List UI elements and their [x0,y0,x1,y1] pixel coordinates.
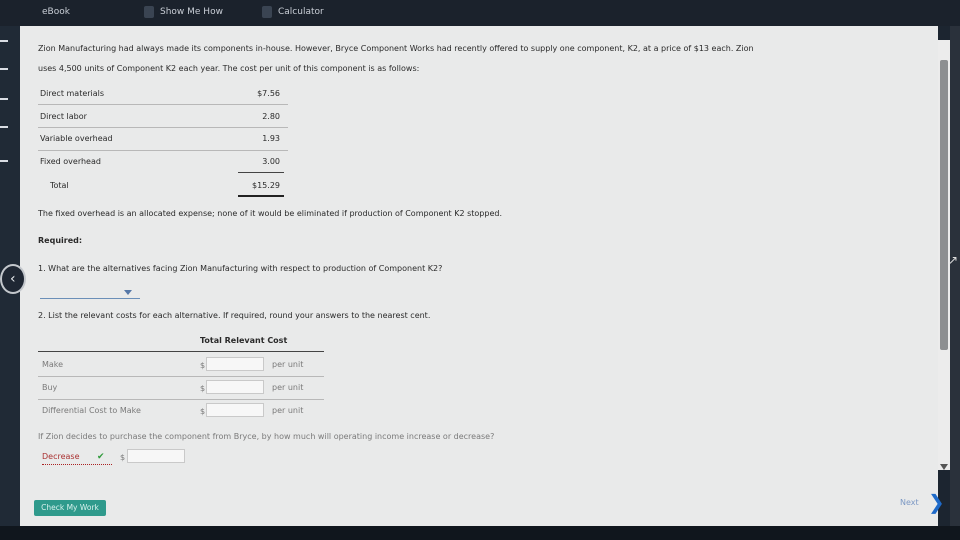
make-cost-input[interactable] [206,357,264,371]
buy-unit-label: per unit [272,383,304,392]
back-button[interactable]: ‹ [0,264,26,294]
chevron-right-icon[interactable]: ❯ [928,490,945,514]
required-heading: Required: [38,236,83,245]
question-1-text: 1. What are the alternatives facing Zion… [38,264,443,273]
buy-cost-input[interactable] [206,380,264,394]
show-me-how-icon [144,6,154,18]
income-currency: $ [120,453,126,462]
income-choice-underline [42,464,112,465]
subtotal-rule [238,172,284,173]
ebook-link[interactable]: eBook [42,7,70,17]
top-toolbar: eBook Show Me How Calculator [0,0,960,26]
calculator-icon [262,6,272,18]
mouse-cursor-icon: ↗ [948,253,959,267]
check-icon: ✔ [97,452,105,462]
row-divider [38,399,324,400]
total-double-rule [238,195,284,197]
check-my-work-button[interactable]: Check My Work [34,500,106,516]
differential-currency: $ [200,407,206,416]
cost-label-direct-labor: Direct labor [40,112,87,121]
right-edge [950,26,960,526]
make-currency: $ [200,361,206,370]
row-divider [38,104,288,105]
show-me-how-link[interactable]: Show Me How [160,7,223,17]
cost-value-direct-materials: $7.56 [257,89,280,98]
make-unit-label: per unit [272,360,304,369]
buy-label: Buy [42,383,58,392]
alternatives-dropdown[interactable] [40,298,140,299]
bottom-bezel [0,526,960,540]
intro-text-line1: Zion Manufacturing had always made its c… [38,44,754,53]
row-divider [38,376,324,377]
make-label: Make [42,360,64,369]
cost-label-direct-materials: Direct materials [40,89,105,98]
income-question-text: If Zion decides to purchase the componen… [38,432,495,441]
rail-tick [0,68,8,70]
next-label[interactable]: Next [900,498,919,507]
cost-label-variable-overhead: Variable overhead [40,134,113,143]
buy-currency: $ [200,384,206,393]
scroll-down-icon[interactable] [940,464,948,470]
chevron-left-icon: ‹ [10,271,16,287]
scrollbar-thumb[interactable] [940,60,948,350]
cost-label-fixed-overhead: Fixed overhead [40,157,101,166]
rail-tick [0,160,8,162]
cost-value-fixed-overhead: 3.00 [262,157,280,166]
row-divider [38,150,288,151]
intro-text-line2: uses 4,500 units of Component K2 each ye… [38,64,420,73]
row-divider [38,127,288,128]
rail-tick [0,40,8,42]
relevant-cost-header: Total Relevant Cost [200,336,288,345]
differential-cost-label: Differential Cost to Make [42,406,141,415]
chevron-down-icon[interactable] [124,290,132,295]
differential-cost-input[interactable] [206,403,264,417]
cost-value-variable-overhead: 1.93 [262,134,280,143]
rail-tick [0,126,8,128]
income-choice-dropdown[interactable]: Decrease [42,452,80,461]
cost-total-label: Total [50,181,69,190]
income-amount-input[interactable] [127,449,185,463]
fixed-overhead-note: The fixed overhead is an allocated expen… [38,209,502,218]
cost-value-direct-labor: 2.80 [262,112,280,121]
calculator-link[interactable]: Calculator [278,7,324,17]
rail-tick [0,98,8,100]
question-2-text: 2. List the relevant costs for each alte… [38,311,431,320]
cost-total-value: $15.29 [252,181,280,190]
differential-unit-label: per unit [272,406,304,415]
header-rule [38,351,324,352]
